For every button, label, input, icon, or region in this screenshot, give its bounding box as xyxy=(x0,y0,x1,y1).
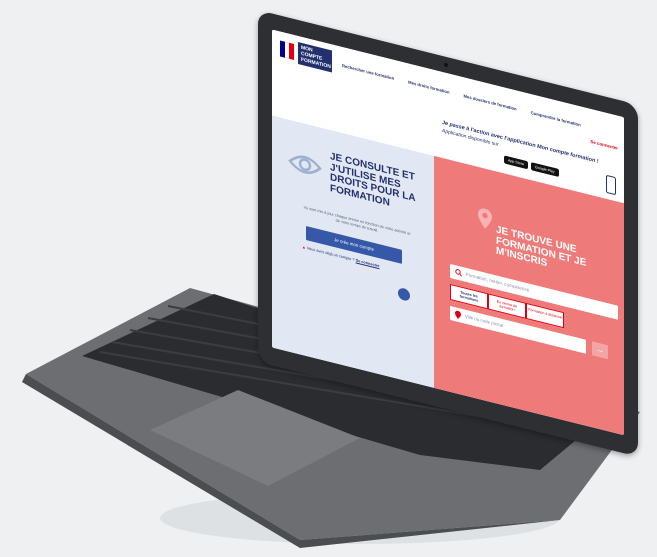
laptop-photo: MON COMPTE FORMATION Rechercher une form… xyxy=(0,0,657,557)
search-icon xyxy=(455,269,462,277)
rights-panel: Je consulte et j'utilise mes droits pour… xyxy=(272,115,434,388)
nav-my-rights[interactable]: Mes droits formation xyxy=(408,79,449,94)
french-flag-icon xyxy=(280,40,295,60)
search-panel: Je trouve une formation et je m'inscris … xyxy=(434,155,624,436)
warning-icon: ▲ xyxy=(302,244,306,250)
nav-understand[interactable]: Comprendre la formation xyxy=(531,110,581,127)
location-pin-icon xyxy=(478,208,492,229)
search-submit-button[interactable]: → xyxy=(592,341,608,360)
webcam xyxy=(444,62,448,68)
tab-remote[interactable]: Formation à distance xyxy=(526,302,564,329)
location-placeholder: Ville ou code postal xyxy=(465,313,503,329)
search-title: Je trouve une formation et je m'inscris xyxy=(496,224,587,270)
laptop-screen: MON COMPTE FORMATION Rechercher une form… xyxy=(272,29,624,436)
phone-icon xyxy=(606,174,616,196)
google-play-badge[interactable]: Google Play xyxy=(530,162,559,177)
site-logo[interactable]: MON COMPTE FORMATION xyxy=(280,37,332,73)
tab-in-center[interactable]: En centre de formation xyxy=(488,293,526,319)
already-connect-link[interactable]: Se connecter xyxy=(356,258,380,268)
rights-title: Je consulte et j'utilise mes droits pour… xyxy=(330,150,416,209)
app-store-badge[interactable]: App Store xyxy=(504,155,528,170)
tab-all-trainings[interactable]: Toutes les formations xyxy=(450,283,488,310)
nav-search-training[interactable]: Rechercher une formation xyxy=(342,63,394,81)
map-pin-icon xyxy=(455,310,461,319)
nav-my-files[interactable]: Mes dossiers de formation xyxy=(464,93,517,111)
eye-icon xyxy=(288,155,322,174)
logo-wordmark: MON COMPTE FORMATION xyxy=(298,41,332,73)
